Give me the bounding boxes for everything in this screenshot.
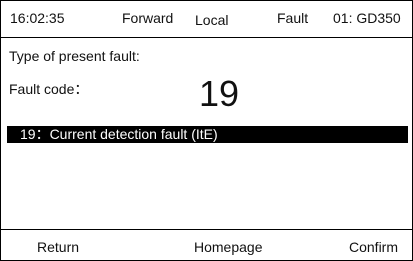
fault-code-label: Fault code： xyxy=(9,81,89,97)
return-button[interactable]: Return xyxy=(37,239,79,255)
status-device: 01: GD350 xyxy=(333,10,401,26)
fault-screen: 16:02:35 Forward Local Fault 01: GD350 T… xyxy=(0,0,413,261)
fault-description-item[interactable]: 19：Current detection fault (ItE) xyxy=(7,126,408,143)
fault-code-value: 19 xyxy=(199,73,240,114)
fault-description-text: 19：Current detection fault (ItE) xyxy=(20,126,218,142)
homepage-button[interactable]: Homepage xyxy=(194,239,263,255)
fault-type-label: Type of present fault: xyxy=(9,48,140,64)
status-state: Fault xyxy=(277,10,309,26)
softkey-bar: Return Homepage Confirm xyxy=(1,229,412,261)
status-bar: 16:02:35 Forward Local Fault 01: GD350 xyxy=(1,1,412,38)
status-time: 16:02:35 xyxy=(10,10,65,26)
status-mode: Local xyxy=(195,12,229,28)
confirm-button[interactable]: Confirm xyxy=(349,239,398,255)
status-direction: Forward xyxy=(122,10,174,26)
